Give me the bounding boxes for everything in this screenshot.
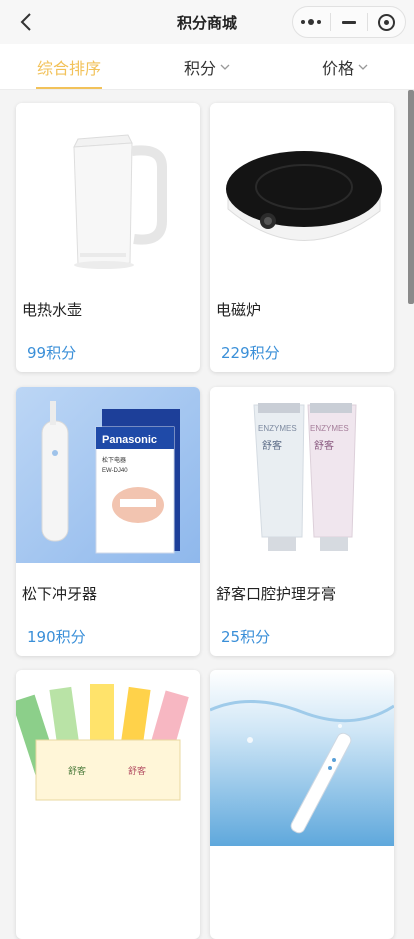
svg-text:Panasonic: Panasonic [102, 434, 157, 446]
svg-text:ENZYMES: ENZYMES [310, 424, 349, 433]
svg-text:EW-DJ40: EW-DJ40 [102, 468, 128, 474]
svg-text:舒客: 舒客 [262, 439, 282, 452]
product-card[interactable]: ENZYMES ENZYMES 舒客 舒客 舒客口腔护理牙膏 25积分 [210, 387, 394, 656]
tab-points-label: 积分 [183, 58, 216, 78]
back-button[interactable] [14, 10, 38, 34]
svg-text:舒客: 舒客 [314, 439, 334, 452]
target-circle-icon [378, 13, 396, 31]
mini-program-capsule [292, 6, 406, 38]
electric-toothbrush-image [210, 670, 394, 846]
product-price: 99积分 [27, 344, 77, 362]
toothbrush-pack-image: 舒客 舒客 [16, 670, 200, 846]
svg-text:松下电器: 松下电器 [102, 456, 126, 464]
more-dots-icon [301, 19, 322, 25]
chevron-left-icon [20, 13, 31, 31]
tab-points[interactable]: 积分 [138, 44, 276, 89]
product-card[interactable]: 舒客 舒客 [16, 670, 200, 939]
product-card[interactable] [210, 670, 394, 939]
product-card[interactable]: Panasonic 松下电器 EW-DJ40 松下冲牙器 190积分 [16, 387, 200, 656]
product-price: 190积分 [27, 628, 86, 646]
chevron-down-icon [220, 64, 230, 70]
more-button[interactable] [293, 7, 330, 37]
tab-overall-label: 综合排序 [36, 58, 101, 78]
product-price: 25积分 [221, 628, 271, 646]
page-title: 积分商城 [176, 13, 237, 32]
sort-tab-bar: 综合排序 积分 价格 [0, 44, 414, 90]
scrollbar-thumb[interactable] [408, 90, 414, 304]
tab-price[interactable]: 价格 [276, 44, 414, 89]
product-name: 电热水壶 [22, 301, 83, 319]
tab-price-label: 价格 [321, 58, 354, 78]
product-price: 229积分 [221, 344, 280, 362]
minimize-button[interactable] [331, 7, 368, 37]
tab-overall[interactable]: 综合排序 [0, 44, 138, 89]
product-name: 舒客口腔护理牙膏 [216, 585, 337, 603]
product-name: 电磁炉 [216, 301, 262, 319]
chevron-down-icon [358, 64, 368, 70]
close-button[interactable] [368, 7, 405, 37]
svg-text:舒客: 舒客 [128, 765, 146, 777]
induction-cooker-image [210, 103, 394, 279]
product-card[interactable]: 电热水壶 99积分 [16, 103, 200, 372]
svg-text:舒客: 舒客 [68, 765, 86, 777]
product-card[interactable]: 电磁炉 229积分 [210, 103, 394, 372]
svg-text:ENZYMES: ENZYMES [258, 424, 297, 433]
top-nav-bar: 积分商城 [0, 0, 414, 44]
product-name: 松下冲牙器 [22, 585, 98, 603]
water-flosser-image: Panasonic 松下电器 EW-DJ40 [16, 387, 200, 563]
kettle-image [16, 103, 200, 279]
toothpaste-image: ENZYMES ENZYMES 舒客 舒客 [210, 387, 394, 563]
minus-icon [342, 20, 356, 24]
